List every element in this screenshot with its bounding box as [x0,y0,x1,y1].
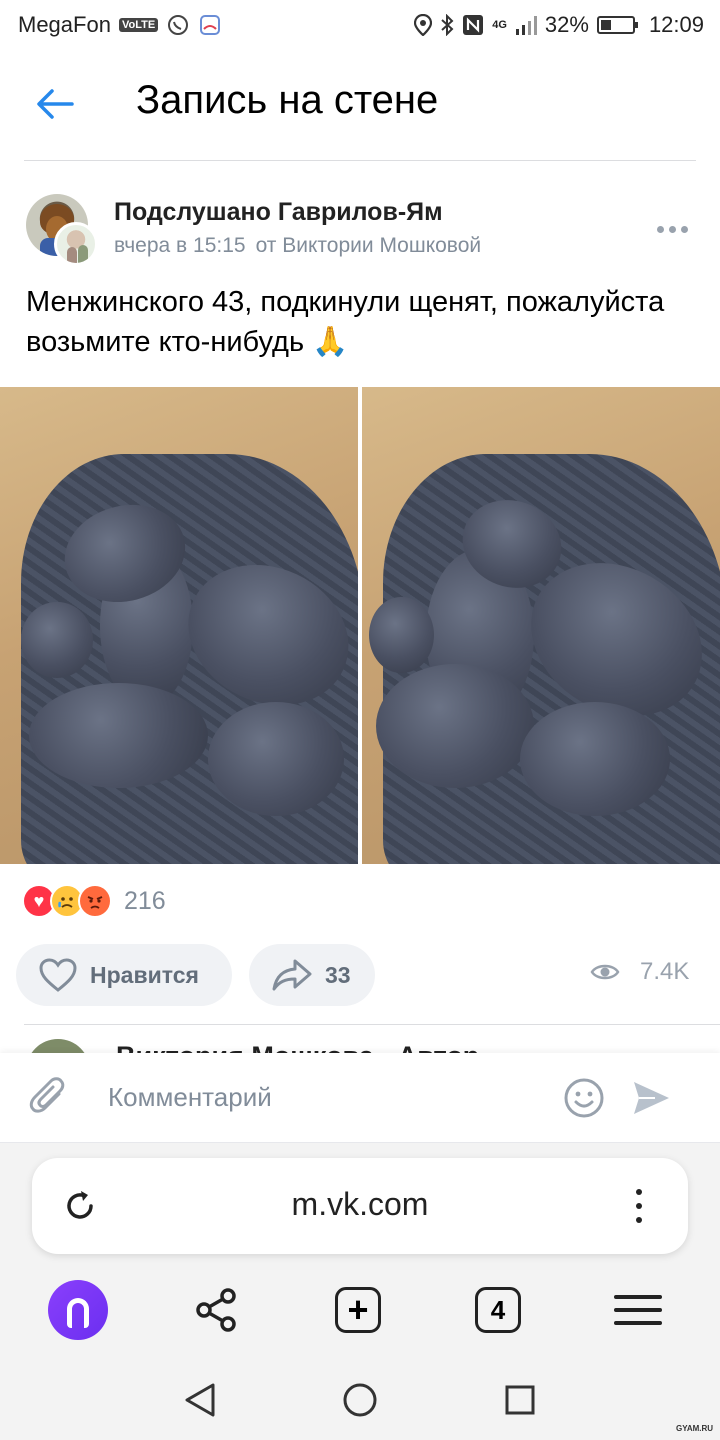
reaction-count: 216 [124,886,166,915]
carrier-label: MegaFon [18,12,111,37]
puppy-shape [21,601,94,678]
post-text: Менжинского 43, подкинули щенят, пожалуй… [26,286,665,358]
url-text: m.vk.com [291,1186,429,1222]
post-photo-2[interactable] [362,387,720,864]
attach-button[interactable] [26,1075,72,1121]
network-type: 4G [492,19,507,31]
post-meta: вчера в 15:15 от Виктории Мошковой [114,234,481,258]
commenter-name[interactable]: Виктория Мошкова · Автор [116,1041,479,1053]
alice-icon [48,1280,108,1340]
menu-line-icon [614,1308,662,1312]
watermark: GYAM.RU [676,1424,714,1433]
views-counter: 7.4K [590,958,689,986]
nfc-icon [462,14,484,36]
arrow-left-icon [37,89,74,119]
plus-icon: + [335,1287,381,1333]
share-arrow-icon [272,959,312,991]
author-avatar[interactable] [54,222,98,266]
puppy-shape [519,701,670,817]
share-button[interactable]: 33 [249,944,375,1006]
circle-home-icon [343,1383,377,1417]
dot-icon [656,225,664,233]
post-photo-1[interactable] [0,387,358,864]
avatar-person-2 [78,245,88,263]
emoji-button[interactable] [562,1076,606,1120]
tabs-button[interactable]: 4 [467,1282,529,1338]
angry-face-reaction-icon [78,884,112,918]
post-author[interactable]: от Виктории Мошковой [256,234,482,258]
puppy-shape [369,596,434,674]
nav-back-button[interactable] [180,1380,220,1420]
comment-preview: Виктория Мошкова · Автор [0,1025,720,1053]
whatsapp-icon [166,13,190,37]
avatar-person-1 [67,247,77,263]
send-button[interactable] [628,1076,674,1120]
header-divider [24,160,696,161]
puppy-shape [28,682,208,788]
post-time: вчера в 15:15 [114,234,246,257]
dot-icon [668,225,676,233]
volte-badge: VoLTE [118,18,159,32]
paperclip-icon [29,1077,65,1113]
browser-menu-button[interactable] [624,1186,654,1226]
views-count: 7.4K [640,958,690,985]
triangle-back-icon [185,1383,215,1417]
dot-icon [636,1189,642,1195]
eye-icon [590,964,620,980]
dot-icon [680,225,688,233]
nav-recents-button[interactable] [500,1380,540,1420]
menu-line-icon [614,1295,662,1299]
notification-app-icon [198,13,222,37]
heart-outline-icon [39,958,77,992]
bluetooth-icon [440,14,454,36]
location-icon [414,14,433,36]
puppy-shape [207,701,344,817]
share-count: 33 [325,961,351,988]
hamburger-menu-button[interactable] [607,1282,669,1338]
battery-percent: 32% [544,12,589,37]
reactions-summary[interactable]: ♥ 216 [22,884,166,918]
dot-icon [636,1203,642,1209]
commenter-avatar[interactable] [26,1039,90,1053]
clock: 12:09 [648,12,704,37]
share-page-button[interactable] [186,1282,248,1338]
tab-count: 4 [475,1287,521,1333]
nav-home-button[interactable] [340,1380,380,1420]
comment-composer [0,1053,720,1143]
like-button[interactable]: Нравится [16,944,232,1006]
battery-icon [596,16,638,34]
menu-line-icon [614,1321,662,1325]
status-bar: MegaFon VoLTE 4G 32% 12:09 [0,0,720,50]
address-bar[interactable]: m.vk.com [32,1158,688,1254]
new-tab-button[interactable]: + [327,1282,389,1338]
page-title: Запись на стене [136,78,439,122]
app-header: Запись на стене [0,50,720,160]
puppy-shape [376,663,534,788]
group-name[interactable]: Подслушано Гаврилов-Ям [114,198,443,227]
like-label: Нравится [90,961,199,988]
send-icon [634,1082,669,1114]
alice-assistant-button[interactable] [47,1280,109,1340]
more-options-button[interactable] [652,212,692,246]
square-recents-icon [505,1385,535,1415]
back-button[interactable] [30,82,80,126]
system-nav-bar [0,1360,720,1440]
smile-icon [564,1078,604,1118]
share-nodes-icon [196,1288,236,1332]
dot-icon [636,1217,642,1223]
comment-input[interactable] [108,1073,548,1121]
signal-icon [515,14,537,36]
